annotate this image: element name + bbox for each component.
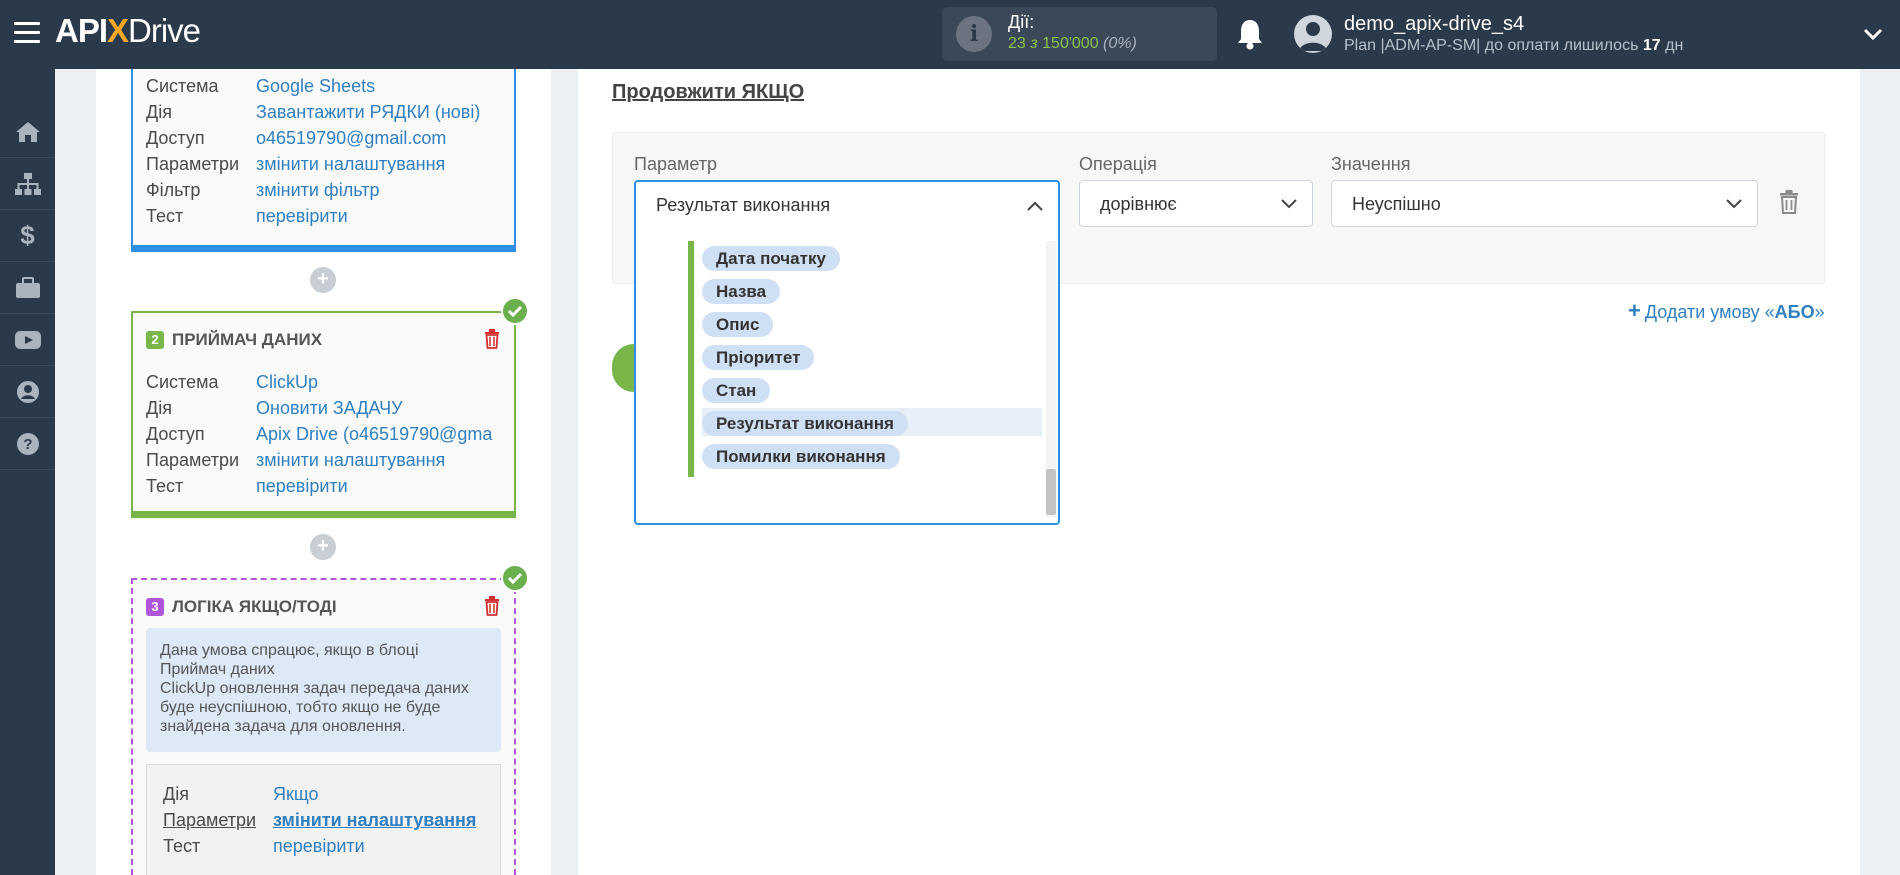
action-link[interactable]: Завантажити РЯДКИ (нові) <box>256 102 480 123</box>
dropdown-option[interactable]: Стан <box>702 375 1042 403</box>
params-link[interactable]: змінити налаштування <box>256 154 445 175</box>
actions-count: 23 з 150'000 (0%) <box>1008 35 1137 52</box>
actions-label: Дії: <box>1008 12 1035 32</box>
value-label: Значення <box>1331 154 1411 174</box>
logic-settings-box: Дія Якщо Параметри змінити налаштування Те… <box>146 764 501 875</box>
menu-icon[interactable] <box>14 22 40 44</box>
dropdown-option[interactable]: Пріоритет <box>702 342 1042 370</box>
check-icon <box>501 564 529 592</box>
user-plan: Plan |ADM-AP-SM| до оплати лишилось 17 д… <box>1344 37 1684 54</box>
trash-icon[interactable] <box>1779 190 1799 214</box>
dropdown-option-selected[interactable]: Результат виконання <box>702 408 1042 436</box>
briefcase-icon[interactable] <box>0 262 55 314</box>
user-icon[interactable] <box>0 366 55 418</box>
step-number: 2 <box>146 331 164 349</box>
params-link[interactable]: змінити налаштування <box>273 810 476 831</box>
step-number: 3 <box>146 598 164 616</box>
card-header: 2 ПРИЙМАЧ ДАНИХ <box>146 330 322 350</box>
test-link[interactable]: перевірити <box>273 836 365 857</box>
chevron-down-icon <box>1281 199 1297 209</box>
add-step-button[interactable]: + <box>310 267 336 293</box>
avatar[interactable] <box>1294 15 1332 53</box>
page-title: Продовжити ЯКЩО <box>612 81 805 103</box>
value-select[interactable]: Неуспішно <box>1331 180 1758 227</box>
chevron-down-icon <box>1726 199 1742 209</box>
card-header: 3 ЛОГІКА ЯКЩО/ТОДІ <box>146 597 337 617</box>
params-link[interactable]: змінити налаштування <box>256 450 445 471</box>
system-link[interactable]: Google Sheets <box>256 76 375 97</box>
param-dropdown: Дата початку Назва Опис Пріоритет Стан Р… <box>634 241 1060 525</box>
filter-link[interactable]: змінити фільтр <box>256 180 379 201</box>
operation-label: Операція <box>1079 154 1157 174</box>
receiver-card: 2 ПРИЙМАЧ ДАНИХ Система ClickUp Дія Оновит… <box>131 311 516 518</box>
logic-description: Дана умова спрацює, якщо в блоці Приймач… <box>146 628 501 752</box>
operation-select[interactable]: дорівнює <box>1079 180 1313 227</box>
trash-icon[interactable] <box>484 329 500 349</box>
source-card: Система Google Sheets Дія Завантажити РЯДК… <box>131 69 516 252</box>
group-indicator <box>688 241 694 477</box>
param-label: Параметр <box>634 154 718 174</box>
test-link[interactable]: перевірити <box>256 476 348 497</box>
add-step-button[interactable]: + <box>310 534 336 560</box>
bell-icon[interactable] <box>1235 17 1265 51</box>
test-link[interactable]: перевірити <box>256 206 348 227</box>
card-title: ПРИЙМАЧ ДАНИХ <box>172 330 323 349</box>
trash-icon[interactable] <box>484 596 500 616</box>
access-link[interactable]: o46519790@gmail.com <box>256 128 446 149</box>
chevron-down-icon[interactable] <box>1862 24 1884 44</box>
dropdown-option[interactable]: Опис <box>702 309 1042 337</box>
chevron-up-icon <box>1027 201 1043 211</box>
icon-sidebar: $ ? <box>0 69 55 875</box>
sitemap-icon[interactable] <box>0 158 55 210</box>
access-link[interactable]: Apix Drive (o46519790@gma <box>256 424 492 445</box>
check-icon <box>501 297 529 325</box>
info-icon: i <box>956 16 992 52</box>
apix-drive-logo[interactable]: APIXDrive <box>55 12 201 50</box>
actions-counter: i Дії: 23 з 150'000 (0%) <box>942 7 1217 61</box>
svg-text:?: ? <box>23 436 32 453</box>
dropdown-option[interactable]: Дата початку <box>702 243 1042 271</box>
action-link[interactable]: Оновити ЗАДАЧУ <box>256 398 403 419</box>
card-title: ЛОГІКА ЯКЩО/ТОДІ <box>172 597 337 616</box>
add-or-condition-link[interactable]: + Додати умову «АБО» <box>1628 298 1825 324</box>
user-name[interactable]: demo_apix-drive_s4 <box>1344 13 1524 36</box>
youtube-icon[interactable] <box>0 314 55 366</box>
action-link[interactable]: Якщо <box>273 784 319 805</box>
dropdown-scrollbar-thumb[interactable] <box>1046 469 1056 515</box>
home-icon[interactable] <box>0 106 55 158</box>
dropdown-option[interactable]: Назва <box>702 276 1042 304</box>
system-link[interactable]: ClickUp <box>256 372 318 393</box>
logic-card: 3 ЛОГІКА ЯКЩО/ТОДІ Дана умова спрацює, я… <box>131 578 516 875</box>
top-bar: APIXDrive i Дії: 23 з 150'000 (0%) demo_… <box>0 0 1900 69</box>
dollar-icon[interactable]: $ <box>0 210 55 262</box>
help-icon[interactable]: ? <box>0 418 55 470</box>
param-select[interactable]: Результат виконання <box>634 180 1060 241</box>
dropdown-option[interactable]: Помилки виконання <box>702 441 1042 469</box>
